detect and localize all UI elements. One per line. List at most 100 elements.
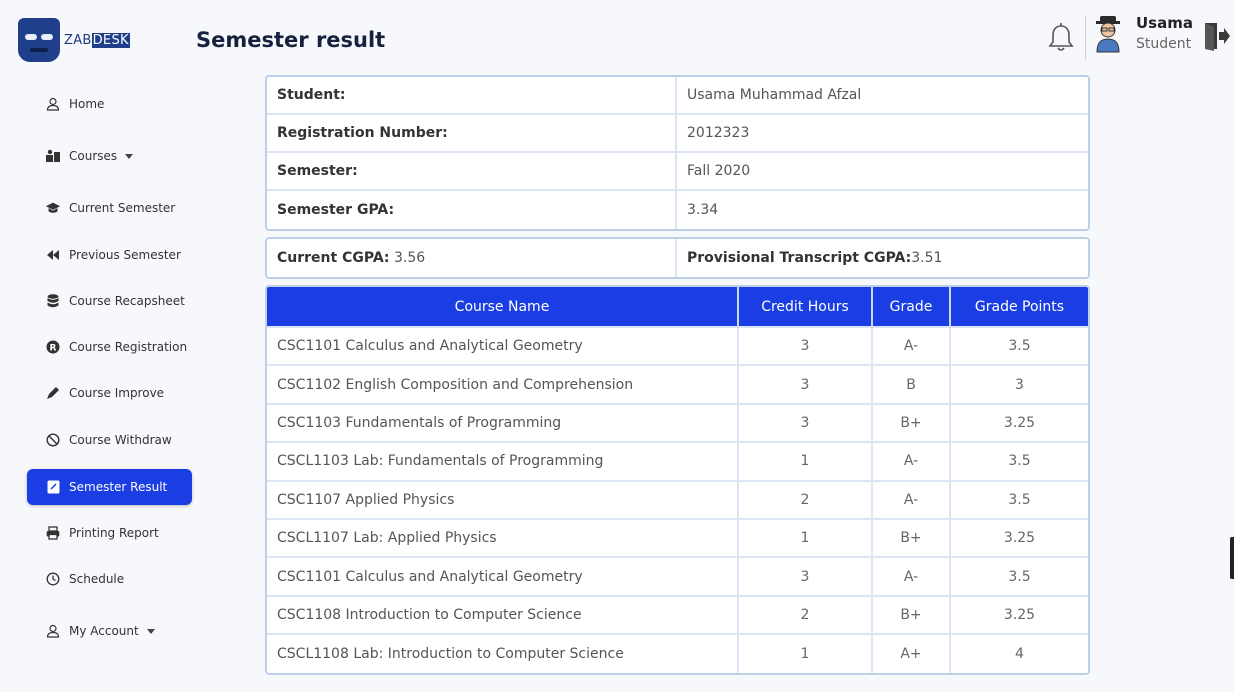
app-root: ZABDESK Semester result Usama Student Ho… [0, 0, 1234, 692]
course-name: CSCL1108 Lab: Introduction to Computer S… [267, 633, 739, 673]
grade: B+ [872, 517, 951, 558]
grade: A- [872, 325, 951, 366]
clock-icon [45, 571, 61, 587]
sidebar-item-label: Printing Report [69, 526, 159, 540]
sidebar-item-previous-semester[interactable]: Previous Semester [27, 237, 192, 273]
ban-icon [45, 432, 61, 448]
info-row-semester: Semester: Fall 2020 [267, 153, 1088, 191]
provisional-cgpa: Provisional Transcript CGPA: 3.51 [677, 239, 1088, 277]
sidebar-item-label: Course Improve [69, 386, 165, 400]
sidebar-item-my-account[interactable]: My Account [27, 613, 192, 649]
sidebar-item-home[interactable]: Home [27, 86, 192, 122]
sidebar-item-label: Semester Result [69, 480, 168, 494]
course-name: CSCL1103 Lab: Fundamentals of Programmin… [267, 441, 739, 481]
gpa-label: Semester GPA: [267, 191, 677, 229]
courses-icon [45, 148, 61, 164]
grade: B+ [872, 402, 951, 443]
sidebar-item-schedule[interactable]: Schedule [27, 561, 192, 597]
grade-points: 3.5 [950, 325, 1088, 366]
credit-hours: 1 [738, 441, 873, 481]
avatar[interactable] [1094, 14, 1122, 54]
credit-hours: 3 [738, 556, 873, 596]
info-row-student: Student: Usama Muhammad Afzal [267, 77, 1088, 115]
table-row: CSC1101 Calculus and Analytical Geometry… [267, 556, 1088, 596]
notification-bell-icon[interactable] [1046, 22, 1076, 54]
cgpa-row: Current CGPA: 3.56 Provisional Transcrip… [267, 239, 1088, 277]
credit-hours: 3 [738, 364, 873, 404]
provisional-cgpa-value: 3.51 [911, 250, 943, 266]
table-row: CSC1103 Fundamentals of Programming 3 B+ 3.… [267, 402, 1088, 443]
user-role: Student [1136, 36, 1192, 52]
logout-icon[interactable] [1202, 20, 1230, 52]
credit-hours: 2 [738, 479, 873, 519]
result-icon [45, 479, 61, 495]
sidebar-item-label: Course Withdraw [69, 433, 172, 447]
grade-points: 4 [950, 633, 1088, 673]
sidebar-item-label: My Account [69, 624, 139, 638]
course-name: CSC1107 Applied Physics [267, 479, 739, 519]
graduation-cap-icon [45, 200, 61, 216]
sidebar-item-courses[interactable]: Courses [27, 138, 192, 174]
cgpa-table: Current CGPA: 3.56 Provisional Transcrip… [265, 237, 1090, 279]
sidebar-item-course-improve[interactable]: Course Improve [27, 375, 192, 411]
registration-value: 2012323 [687, 125, 750, 141]
courses-header-row: Course Name Credit Hours Grade Grade Poi… [267, 287, 1088, 327]
sidebar-item-semester-result[interactable]: Semester Result [27, 469, 192, 505]
credit-hours: 1 [738, 517, 873, 558]
logo-face-icon [18, 18, 60, 62]
column-header[interactable]: Grade Points [950, 287, 1088, 327]
sidebar-item-course-withdraw[interactable]: Course Withdraw [27, 422, 192, 458]
database-icon [45, 293, 61, 309]
student-info-table: Student: Usama Muhammad Afzal Registrati… [265, 75, 1090, 231]
grade-points: 3.25 [950, 594, 1088, 635]
side-panel-handle[interactable] [1230, 537, 1234, 579]
grade-points: 3.5 [950, 441, 1088, 481]
column-header[interactable]: Grade [872, 287, 951, 327]
grade: A- [872, 479, 951, 519]
grade-points: 3.25 [950, 517, 1088, 558]
zabdesk-logo[interactable]: ZABDESK [18, 18, 130, 62]
credit-hours: 1 [738, 633, 873, 673]
chevron-down-icon [125, 153, 134, 159]
sidebar-item-label: Current Semester [69, 201, 176, 215]
chevron-down-icon [146, 628, 155, 634]
registered-icon: R [45, 339, 61, 355]
column-header[interactable]: Course Name [267, 287, 739, 327]
sidebar-item-course-recapsheet[interactable]: Course Recapsheet [27, 283, 192, 319]
sidebar-item-label: Home [69, 97, 105, 111]
page-title: Semester result [196, 28, 386, 52]
current-cgpa: Current CGPA: 3.56 [267, 239, 677, 277]
sidebar-item-course-registration[interactable]: R Course Registration [27, 329, 192, 365]
header-divider [1085, 16, 1086, 60]
printer-icon [45, 525, 61, 541]
info-row-gpa: Semester GPA: 3.34 [267, 191, 1088, 229]
table-row: CSCL1108 Lab: Introduction to Computer S… [267, 633, 1088, 673]
table-row: CSC1101 Calculus and Analytical Geometry… [267, 325, 1088, 366]
grade: A- [872, 556, 951, 596]
semester-label: Semester: [267, 153, 677, 189]
sidebar-item-current-semester[interactable]: Current Semester [27, 190, 192, 226]
user-icon [45, 96, 61, 112]
courses-table: Course Name Credit Hours Grade Grade Poi… [265, 285, 1090, 675]
sidebar-item-label: Schedule [69, 572, 125, 586]
registration-label: Registration Number: [267, 115, 677, 151]
sidebar-item-printing-report[interactable]: Printing Report [27, 515, 192, 551]
course-name: CSC1102 English Composition and Comprehe… [267, 364, 739, 404]
student-value: Usama Muhammad Afzal [687, 87, 862, 103]
grade-points: 3.5 [950, 479, 1088, 519]
column-header[interactable]: Credit Hours [738, 287, 873, 327]
course-name: CSC1101 Calculus and Analytical Geometry [267, 556, 739, 596]
gpa-value: 3.34 [687, 202, 719, 218]
student-label: Student: [267, 77, 677, 113]
logo-text: ZABDESK [64, 32, 130, 48]
grade: A- [872, 441, 951, 481]
table-row: CSC1108 Introduction to Computer Science… [267, 594, 1088, 635]
sidebar-item-label: Course Recapsheet [69, 294, 185, 308]
sidebar-item-label: Course Registration [69, 340, 188, 354]
svg-text:R: R [50, 344, 57, 354]
grade: B [872, 364, 951, 404]
pen-icon [45, 385, 61, 401]
grade: A+ [872, 633, 951, 673]
current-cgpa-value: 3.56 [389, 250, 426, 266]
info-row-registration: Registration Number: 2012323 [267, 115, 1088, 153]
